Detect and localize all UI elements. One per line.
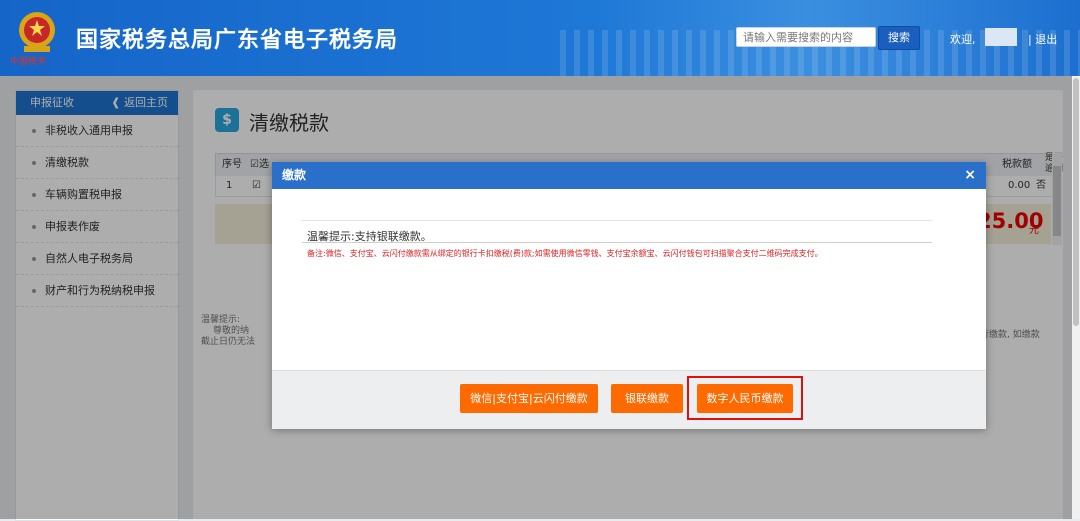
username-mask (985, 28, 1017, 46)
unionpay-button[interactable]: 银联缴款 (611, 384, 683, 413)
site-header: 中国税务 国家税务总局广东省电子税务局 请输入需要搜索的内容 搜索 欢迎, | … (0, 0, 1080, 76)
close-icon[interactable]: × (964, 162, 976, 189)
divider (302, 242, 932, 243)
logout-link[interactable]: | 退出 (1028, 31, 1057, 47)
modal-header: 缴款 × (272, 162, 986, 189)
page-scrollbar[interactable] (1072, 76, 1080, 519)
page-scroll-thumb[interactable] (1073, 78, 1079, 326)
highlight-box (687, 376, 803, 420)
modal-title: 缴款 (282, 168, 307, 182)
divider (302, 220, 932, 221)
search-button[interactable]: 搜索 (878, 26, 920, 50)
welcome-text: 欢迎, (950, 33, 976, 46)
emblem-text: 中国税务 (10, 57, 47, 67)
payment-modal: 缴款 × 温馨提示:支持银联缴款。 备注:微信、支付宝、云闪付缴款需从绑定的银行… (272, 162, 986, 429)
wechat-alipay-unionpay-button[interactable]: 微信|支付宝|云闪付缴款 (460, 384, 598, 413)
search-input[interactable]: 请输入需要搜索的内容 (736, 27, 876, 47)
modal-note: 备注:微信、支付宝、云闪付缴款需从绑定的银行卡扣缴税(费)款;如需使用微信零钱、… (307, 249, 823, 258)
site-title: 国家税务总局广东省电子税务局 (76, 28, 399, 53)
